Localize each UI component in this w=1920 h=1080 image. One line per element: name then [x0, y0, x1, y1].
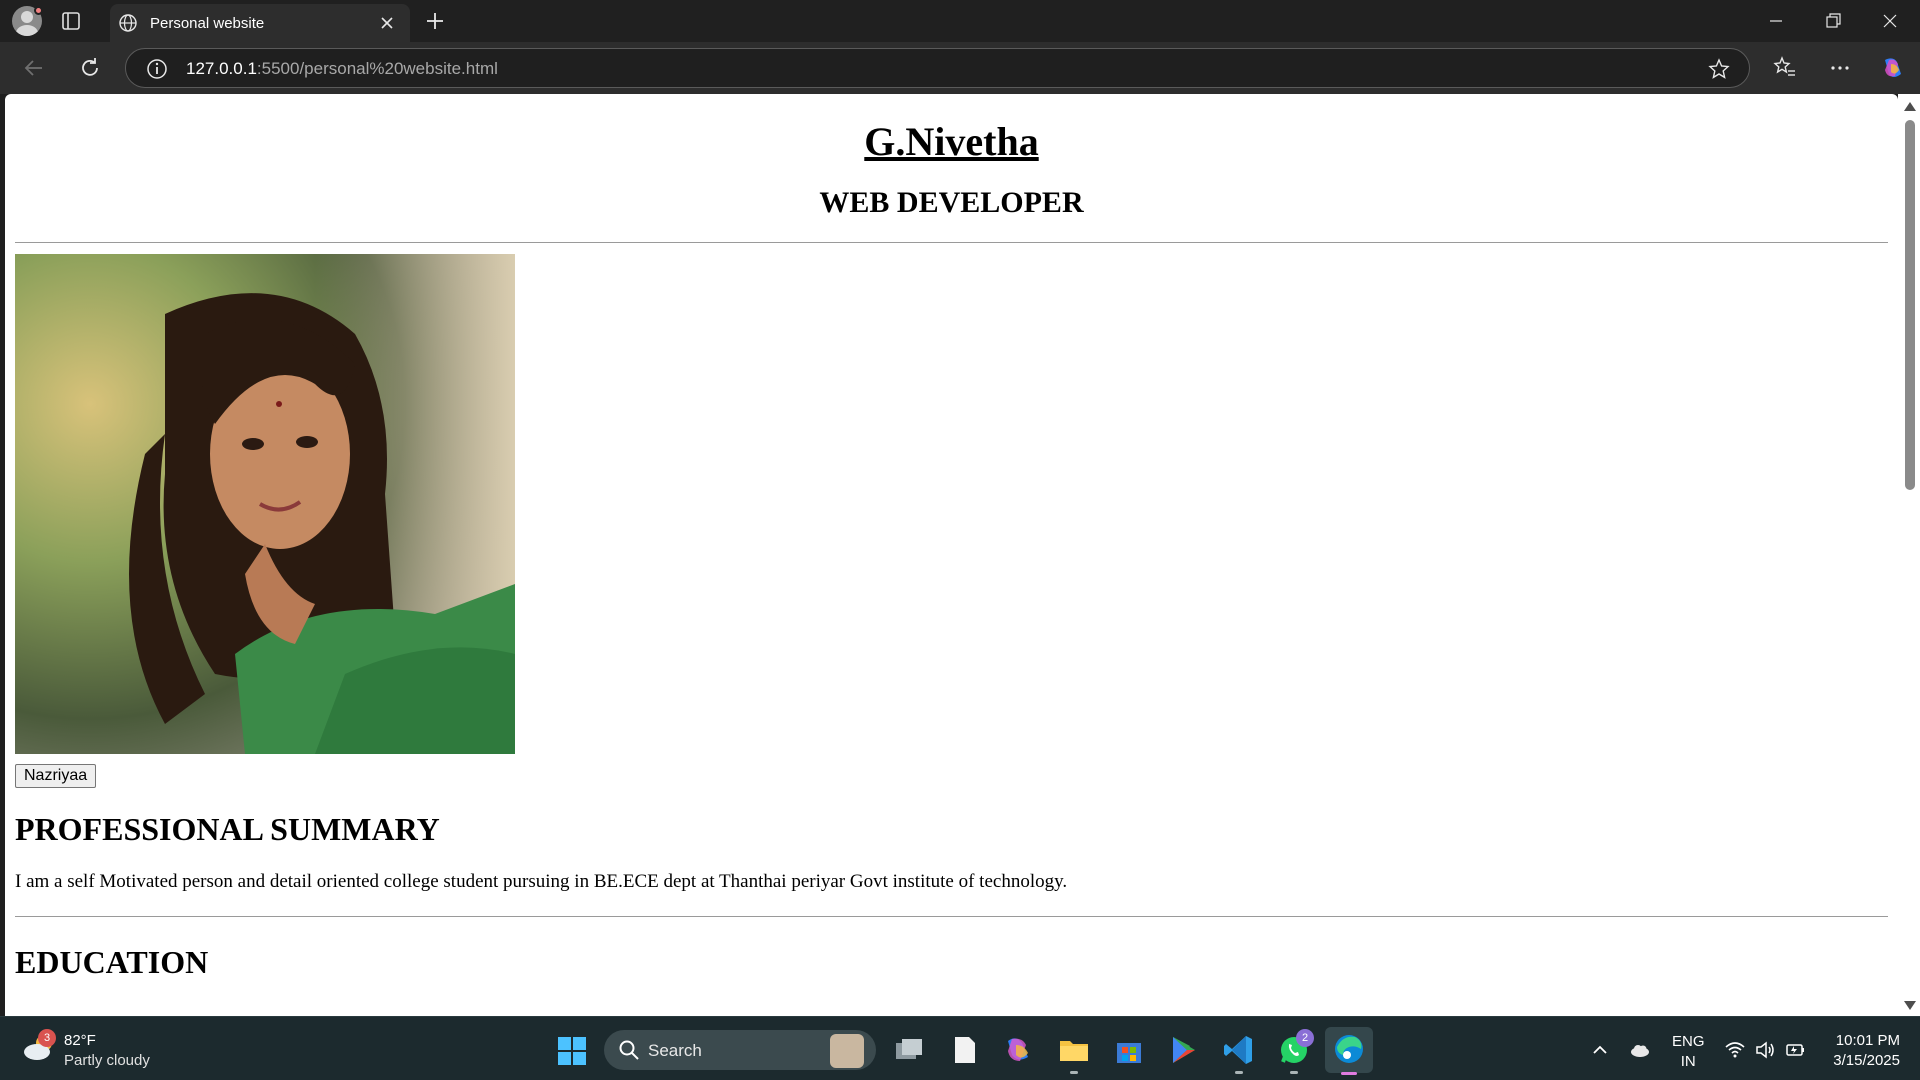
tab-strip: Personal website	[0, 0, 1920, 42]
browser-toolbar: 127.0.0.1:5500/personal%20website.html	[0, 42, 1920, 94]
chevron-up-icon[interactable]	[1589, 1039, 1611, 1061]
new-tab-icon[interactable]	[423, 9, 447, 33]
explorer-running-indicator	[1070, 1071, 1078, 1074]
globe-icon	[119, 14, 137, 32]
volume-icon[interactable]	[1754, 1039, 1776, 1061]
edge-running-indicator	[1341, 1072, 1357, 1075]
url-host: 127.0.0.1	[186, 59, 257, 78]
page-scrollbar[interactable]	[1898, 94, 1920, 1016]
language-indicator[interactable]: ENG IN	[1672, 1032, 1705, 1072]
divider	[15, 242, 1888, 243]
task-view-icon[interactable]	[892, 1033, 926, 1067]
whatsapp-badge: 2	[1296, 1029, 1314, 1047]
file-explorer-icon[interactable]	[1057, 1033, 1091, 1067]
job-title: WEB DEVELOPER	[819, 186, 1084, 219]
address-bar[interactable]: 127.0.0.1:5500/personal%20website.html	[125, 48, 1750, 88]
windows-taskbar: 3 82°F Partly cloudy Search 2 ENG IN 10:…	[0, 1016, 1920, 1080]
wifi-icon[interactable]	[1724, 1039, 1746, 1061]
url-text[interactable]: 127.0.0.1:5500/personal%20website.html	[186, 59, 498, 79]
close-window-icon[interactable]	[1877, 8, 1903, 34]
lang-secondary: IN	[1680, 1053, 1696, 1070]
active-tab[interactable]: Personal website	[110, 4, 410, 42]
scroll-down-arrow-icon[interactable]	[1904, 1001, 1916, 1010]
tab-actions-icon[interactable]	[60, 10, 82, 32]
tab-title: Personal website	[150, 15, 265, 32]
vscode-icon[interactable]	[1222, 1033, 1256, 1067]
scrollbar-thumb[interactable]	[1905, 120, 1915, 490]
clock-time: 10:01 PM	[1835, 1032, 1900, 1049]
search-icon	[619, 1040, 639, 1060]
weather-condition[interactable]: Partly cloudy	[64, 1052, 150, 1069]
back-arrow-icon[interactable]	[20, 54, 48, 82]
divider	[15, 915, 1888, 917]
profile-notification-dot	[34, 6, 43, 15]
photo-caption-button[interactable]: Nazriyaa	[15, 764, 97, 788]
scroll-up-arrow-icon[interactable]	[1904, 102, 1916, 111]
web-page: G.Nivetha WEB DEVELOPER Nazriyaa PROFESS…	[5, 120, 1898, 980]
notepad-icon[interactable]	[947, 1033, 981, 1067]
system-clock[interactable]: 10:01 PM 3/15/2025	[1820, 1031, 1900, 1071]
education-heading: EDUCATION	[15, 943, 209, 980]
vscode-running-indicator	[1235, 1071, 1243, 1074]
restore-icon[interactable]	[1820, 8, 1846, 34]
lang-primary: ENG	[1672, 1033, 1705, 1050]
weather-badge: 3	[38, 1029, 56, 1047]
profile-photo	[15, 254, 515, 754]
url-path: :5500/personal%20website.html	[256, 59, 498, 78]
battery-icon[interactable]	[1784, 1039, 1806, 1061]
microsoft-store-icon[interactable]	[1112, 1033, 1146, 1067]
close-tab-icon[interactable]	[377, 13, 397, 33]
search-label: Search	[648, 1041, 702, 1060]
copilot-icon[interactable]	[1879, 54, 1907, 82]
page-title-name: G.Nivetha	[864, 119, 1039, 164]
minimize-icon[interactable]	[1763, 8, 1789, 34]
favorite-star-icon[interactable]	[1708, 58, 1730, 80]
clock-date: 3/15/2025	[1833, 1052, 1900, 1069]
refresh-icon[interactable]	[76, 54, 104, 82]
edge-active-app[interactable]	[1325, 1027, 1373, 1073]
more-options-icon[interactable]	[1826, 54, 1854, 82]
summary-heading: PROFESSIONAL SUMMARY	[15, 811, 440, 847]
edge-icon	[1335, 1035, 1363, 1063]
page-viewport[interactable]: G.Nivetha WEB DEVELOPER Nazriyaa PROFESS…	[5, 94, 1898, 1016]
favorites-icon[interactable]	[1771, 54, 1799, 82]
google-play-icon[interactable]	[1167, 1033, 1201, 1067]
windows-start-icon[interactable]	[557, 1036, 587, 1066]
temperature[interactable]: 82°F	[64, 1032, 96, 1049]
summary-text: I am a self Motivated person and detail …	[15, 871, 1068, 893]
search-highlight-icon	[830, 1034, 864, 1068]
onedrive-cloud-icon[interactable]	[1629, 1039, 1651, 1061]
taskbar-search[interactable]: Search	[604, 1030, 876, 1070]
site-info-icon[interactable]	[146, 58, 168, 80]
copilot-app-icon[interactable]	[1002, 1033, 1036, 1067]
whatsapp-running-indicator	[1290, 1071, 1298, 1074]
